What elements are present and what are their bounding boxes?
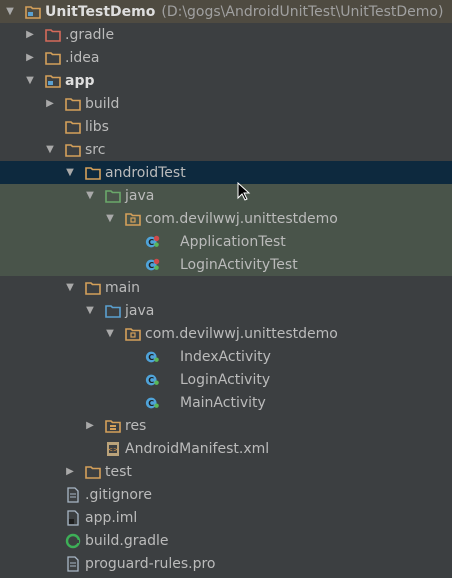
- tree-row-androidtest-java[interactable]: ▼ java: [0, 184, 452, 207]
- tree-item-label: com.devilwwj.unittestdemo: [145, 325, 338, 342]
- tree-row-project-root[interactable]: ▼ UnitTestDemo (D:\gogs\AndroidUnitTest\U…: [0, 0, 452, 23]
- module-folder-icon: [25, 4, 41, 20]
- tree-item-label: src: [85, 141, 106, 158]
- tree-item-label: AndroidManifest.xml: [125, 440, 270, 457]
- iml-file-icon: [65, 509, 81, 526]
- tree-row-main-package[interactable]: ▼ com.devilwwj.unittestdemo: [0, 322, 452, 345]
- tree-item-label: build.gradle: [85, 532, 169, 549]
- tree-row-test-package[interactable]: ▼ com.devilwwj.unittestdemo: [0, 207, 452, 230]
- tree-row-app[interactable]: ▼ app: [0, 69, 452, 92]
- gradle-file-icon: [65, 533, 81, 549]
- package-icon: [125, 326, 141, 342]
- collapsed-arrow-icon[interactable]: ▶: [45, 98, 55, 109]
- expand-arrow-icon[interactable]: ▼: [65, 282, 75, 293]
- folder-icon: [65, 119, 81, 135]
- project-tree: ▼ UnitTestDemo (D:\gogs\AndroidUnitTest\U…: [0, 0, 452, 578]
- tree-row-build-gradle[interactable]: build.gradle: [0, 529, 452, 552]
- class-icon: C: [145, 395, 161, 411]
- test-source-folder-icon: [105, 188, 121, 204]
- folder-icon: [65, 142, 81, 158]
- tree-item-label: java: [125, 187, 155, 204]
- tree-row-indexactivity[interactable]: C IndexActivity: [0, 345, 452, 368]
- module-folder-icon: [45, 73, 61, 89]
- tree-item-label: main: [105, 279, 140, 296]
- svg-text:C: C: [148, 238, 154, 247]
- folder-icon: [85, 165, 101, 181]
- tree-row-src[interactable]: ▼ src: [0, 138, 452, 161]
- package-icon: [125, 211, 141, 227]
- svg-text:C: C: [148, 261, 154, 270]
- tree-item-label: ApplicationTest: [180, 233, 286, 250]
- class-icon: C: [145, 349, 161, 365]
- project-path: (D:\gogs\AndroidUnitTest\UnitTestDemo): [161, 3, 444, 20]
- tree-item-label: .idea: [65, 49, 100, 66]
- tree-row-applicationtest[interactable]: C ApplicationTest: [0, 230, 452, 253]
- expand-arrow-icon[interactable]: ▼: [5, 6, 15, 17]
- tree-row-app-iml[interactable]: app.iml: [0, 506, 452, 529]
- tree-row-loginactivity[interactable]: C LoginActivity: [0, 368, 452, 391]
- text-file-icon: [65, 486, 81, 503]
- tree-item-label: res: [125, 417, 147, 434]
- tree-item-label: androidTest: [105, 164, 186, 181]
- svg-text:C: C: [148, 399, 154, 408]
- collapsed-arrow-icon[interactable]: ▶: [85, 420, 95, 431]
- expand-arrow-icon[interactable]: ▼: [65, 167, 75, 178]
- tree-row-main-java[interactable]: ▼ java: [0, 299, 452, 322]
- tree-item-label: IndexActivity: [180, 348, 271, 365]
- expand-arrow-icon[interactable]: ▼: [105, 213, 115, 224]
- source-folder-icon: [105, 303, 121, 319]
- tree-item-label: test: [105, 463, 132, 480]
- svg-text:C: C: [148, 353, 154, 362]
- tree-item-label: MainActivity: [180, 394, 266, 411]
- project-name: UnitTestDemo: [45, 3, 156, 20]
- tree-row-androidtest[interactable]: ▼ androidTest: [0, 161, 452, 184]
- tree-item-label: build: [85, 95, 120, 112]
- tree-row-androidmanifest[interactable]: <> AndroidManifest.xml: [0, 437, 452, 460]
- folder-icon: [85, 280, 101, 296]
- expand-arrow-icon[interactable]: ▼: [105, 328, 115, 339]
- text-file-icon: [65, 555, 81, 572]
- tree-item-label: app.iml: [85, 509, 138, 526]
- folder-icon: [85, 464, 101, 480]
- tree-row-gradle[interactable]: ▶ .gradle: [0, 23, 452, 46]
- tree-item-label: libs: [85, 118, 109, 135]
- tree-row-res[interactable]: ▶ res: [0, 414, 452, 437]
- collapsed-arrow-icon[interactable]: ▶: [65, 466, 75, 477]
- tree-row-idea[interactable]: ▶ .idea: [0, 46, 452, 69]
- tree-row-build[interactable]: ▶ build: [0, 92, 452, 115]
- tree-row-loginactivitytest[interactable]: C LoginActivityTest: [0, 253, 452, 276]
- svg-text:C: C: [148, 376, 154, 385]
- tree-item-label: .gitignore: [85, 486, 152, 503]
- expand-arrow-icon[interactable]: ▼: [85, 190, 95, 201]
- resource-folder-icon: [105, 418, 121, 434]
- expand-arrow-icon[interactable]: ▼: [25, 75, 35, 86]
- test-class-icon: C: [145, 234, 161, 250]
- expand-arrow-icon[interactable]: ▼: [85, 305, 95, 316]
- tree-row-proguard[interactable]: proguard-rules.pro: [0, 552, 452, 575]
- tree-item-label: app: [65, 72, 95, 89]
- folder-icon: [45, 50, 61, 66]
- tree-item-label: LoginActivity: [180, 371, 271, 388]
- svg-text:<>: <>: [108, 446, 118, 453]
- folder-excluded-icon: [45, 27, 61, 43]
- test-class-icon: C: [145, 257, 161, 273]
- tree-row-libs[interactable]: libs: [0, 115, 452, 138]
- mouse-cursor-icon: [237, 182, 251, 201]
- collapsed-arrow-icon[interactable]: ▶: [25, 29, 35, 40]
- tree-item-label: com.devilwwj.unittestdemo: [145, 210, 338, 227]
- xml-file-icon: <>: [105, 441, 121, 457]
- tree-item-label: .gradle: [65, 26, 115, 43]
- folder-icon: [65, 96, 81, 112]
- tree-item-label: proguard-rules.pro: [85, 555, 216, 572]
- tree-item-label: java: [125, 302, 155, 319]
- tree-row-test[interactable]: ▶ test: [0, 460, 452, 483]
- collapsed-arrow-icon[interactable]: ▶: [25, 52, 35, 63]
- class-icon: C: [145, 372, 161, 388]
- tree-item-label: LoginActivityTest: [180, 256, 298, 273]
- tree-row-mainactivity[interactable]: C MainActivity: [0, 391, 452, 414]
- expand-arrow-icon[interactable]: ▼: [45, 144, 55, 155]
- tree-row-gitignore[interactable]: .gitignore: [0, 483, 452, 506]
- tree-row-main[interactable]: ▼ main: [0, 276, 452, 299]
